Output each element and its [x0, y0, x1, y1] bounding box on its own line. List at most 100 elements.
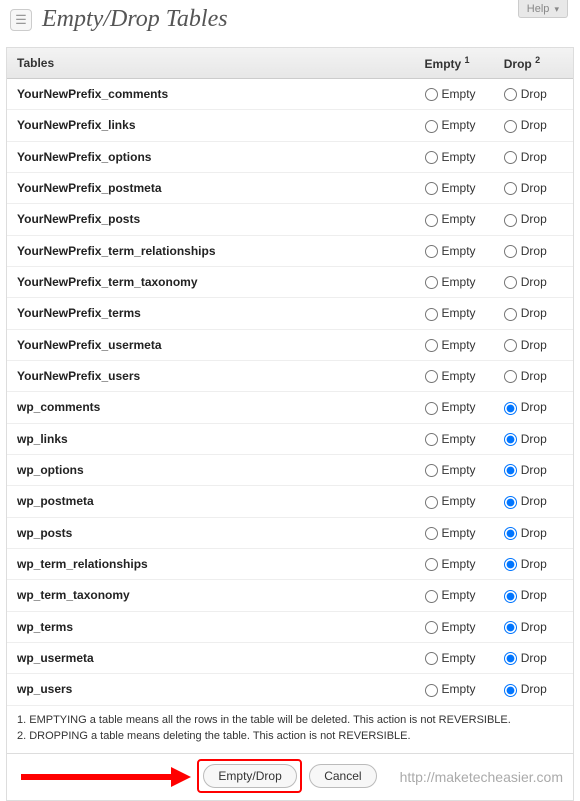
- table-name-cell: YourNewPrefix_comments: [7, 79, 415, 110]
- empty-radio[interactable]: [425, 276, 438, 289]
- drop-radio[interactable]: [504, 590, 517, 603]
- empty-radio[interactable]: [425, 652, 438, 665]
- table-name-cell: YourNewPrefix_term_relationships: [7, 235, 415, 266]
- table-row: wp_termsEmptyDrop: [7, 611, 573, 642]
- empty-radio[interactable]: [425, 684, 438, 697]
- empty-label: Empty: [442, 432, 476, 446]
- empty-label: Empty: [442, 150, 476, 164]
- empty-label: Empty: [442, 369, 476, 383]
- watermark: http://maketecheasier.com: [400, 769, 563, 785]
- footnote-1: 1. EMPTYING a table means all the rows i…: [17, 712, 563, 729]
- drop-cell: Drop: [494, 454, 573, 485]
- drop-label: Drop: [521, 526, 547, 540]
- col-empty[interactable]: Empty 1: [415, 48, 494, 79]
- drop-radio[interactable]: [504, 339, 517, 352]
- empty-radio[interactable]: [425, 464, 438, 477]
- table-name-cell: YourNewPrefix_links: [7, 110, 415, 141]
- drop-radio[interactable]: [504, 558, 517, 571]
- page-title: Empty/Drop Tables: [42, 6, 228, 33]
- col-tables[interactable]: Tables: [7, 48, 415, 79]
- cancel-button[interactable]: Cancel: [309, 764, 376, 788]
- table-row: wp_commentsEmptyDrop: [7, 392, 573, 423]
- table-name-cell: wp_usermeta: [7, 642, 415, 673]
- drop-label: Drop: [521, 150, 547, 164]
- empty-radio[interactable]: [425, 590, 438, 603]
- drop-radio[interactable]: [504, 182, 517, 195]
- drop-cell: Drop: [494, 79, 573, 110]
- empty-radio[interactable]: [425, 214, 438, 227]
- empty-radio[interactable]: [425, 621, 438, 634]
- drop-label: Drop: [521, 682, 547, 696]
- empty-label: Empty: [442, 682, 476, 696]
- empty-label: Empty: [442, 87, 476, 101]
- empty-drop-button[interactable]: Empty/Drop: [203, 764, 296, 788]
- drop-radio[interactable]: [504, 245, 517, 258]
- empty-label: Empty: [442, 494, 476, 508]
- empty-label: Empty: [442, 181, 476, 195]
- empty-cell: Empty: [415, 235, 494, 266]
- empty-label: Empty: [442, 557, 476, 571]
- drop-cell: Drop: [494, 204, 573, 235]
- tables-panel: Tables Empty 1 Drop 2 YourNewPrefix_comm…: [6, 47, 574, 801]
- drop-radio[interactable]: [504, 120, 517, 133]
- arrow-annotation: [21, 768, 201, 786]
- drop-radio[interactable]: [504, 433, 517, 446]
- empty-radio[interactable]: [425, 308, 438, 321]
- drop-radio[interactable]: [504, 370, 517, 383]
- table-name-cell: wp_links: [7, 423, 415, 454]
- page-header: ☰ Empty/Drop Tables: [0, 0, 580, 47]
- empty-label: Empty: [442, 400, 476, 414]
- table-row: YourNewPrefix_postmetaEmptyDrop: [7, 172, 573, 203]
- drop-radio[interactable]: [504, 151, 517, 164]
- drop-radio[interactable]: [504, 464, 517, 477]
- drop-radio[interactable]: [504, 402, 517, 415]
- empty-cell: Empty: [415, 141, 494, 172]
- empty-radio[interactable]: [425, 245, 438, 258]
- drop-radio[interactable]: [504, 276, 517, 289]
- empty-radio[interactable]: [425, 496, 438, 509]
- drop-cell: Drop: [494, 517, 573, 548]
- table-name-cell: YourNewPrefix_users: [7, 360, 415, 391]
- drop-label: Drop: [521, 620, 547, 634]
- drop-cell: Drop: [494, 329, 573, 360]
- empty-radio[interactable]: [425, 433, 438, 446]
- empty-cell: Empty: [415, 454, 494, 485]
- drop-label: Drop: [521, 651, 547, 665]
- empty-radio[interactable]: [425, 339, 438, 352]
- drop-radio[interactable]: [504, 621, 517, 634]
- empty-radio[interactable]: [425, 88, 438, 101]
- drop-radio[interactable]: [504, 88, 517, 101]
- drop-radio[interactable]: [504, 527, 517, 540]
- drop-radio[interactable]: [504, 308, 517, 321]
- table-name-cell: YourNewPrefix_options: [7, 141, 415, 172]
- col-drop[interactable]: Drop 2: [494, 48, 573, 79]
- empty-radio[interactable]: [425, 527, 438, 540]
- empty-label: Empty: [442, 118, 476, 132]
- table-row: YourNewPrefix_term_relationshipsEmpty Dro…: [7, 235, 573, 266]
- tables-table: Tables Empty 1 Drop 2 YourNewPrefix_comm…: [7, 48, 573, 706]
- table-name-cell: wp_term_relationships: [7, 548, 415, 579]
- empty-radio[interactable]: [425, 120, 438, 133]
- help-tab[interactable]: Help ▾: [518, 0, 568, 18]
- empty-radio[interactable]: [425, 151, 438, 164]
- empty-radio[interactable]: [425, 370, 438, 383]
- drop-radio[interactable]: [504, 652, 517, 665]
- drop-radio[interactable]: [504, 684, 517, 697]
- table-row: wp_term_relationshipsEmptyDrop: [7, 548, 573, 579]
- table-name-cell: YourNewPrefix_posts: [7, 204, 415, 235]
- empty-radio[interactable]: [425, 182, 438, 195]
- drop-radio[interactable]: [504, 214, 517, 227]
- drop-label: Drop: [521, 244, 547, 258]
- empty-radio[interactable]: [425, 402, 438, 415]
- table-name-cell: YourNewPrefix_postmeta: [7, 172, 415, 203]
- drop-cell: Drop: [494, 298, 573, 329]
- drop-label: Drop: [521, 212, 547, 226]
- drop-label: Drop: [521, 463, 547, 477]
- footnotes: 1. EMPTYING a table means all the rows i…: [7, 706, 573, 754]
- table-row: YourNewPrefix_options Empty Drop: [7, 141, 573, 172]
- empty-radio[interactable]: [425, 558, 438, 571]
- drop-cell: Drop: [494, 674, 573, 705]
- drop-label: Drop: [521, 432, 547, 446]
- drop-radio[interactable]: [504, 496, 517, 509]
- empty-cell: Empty: [415, 204, 494, 235]
